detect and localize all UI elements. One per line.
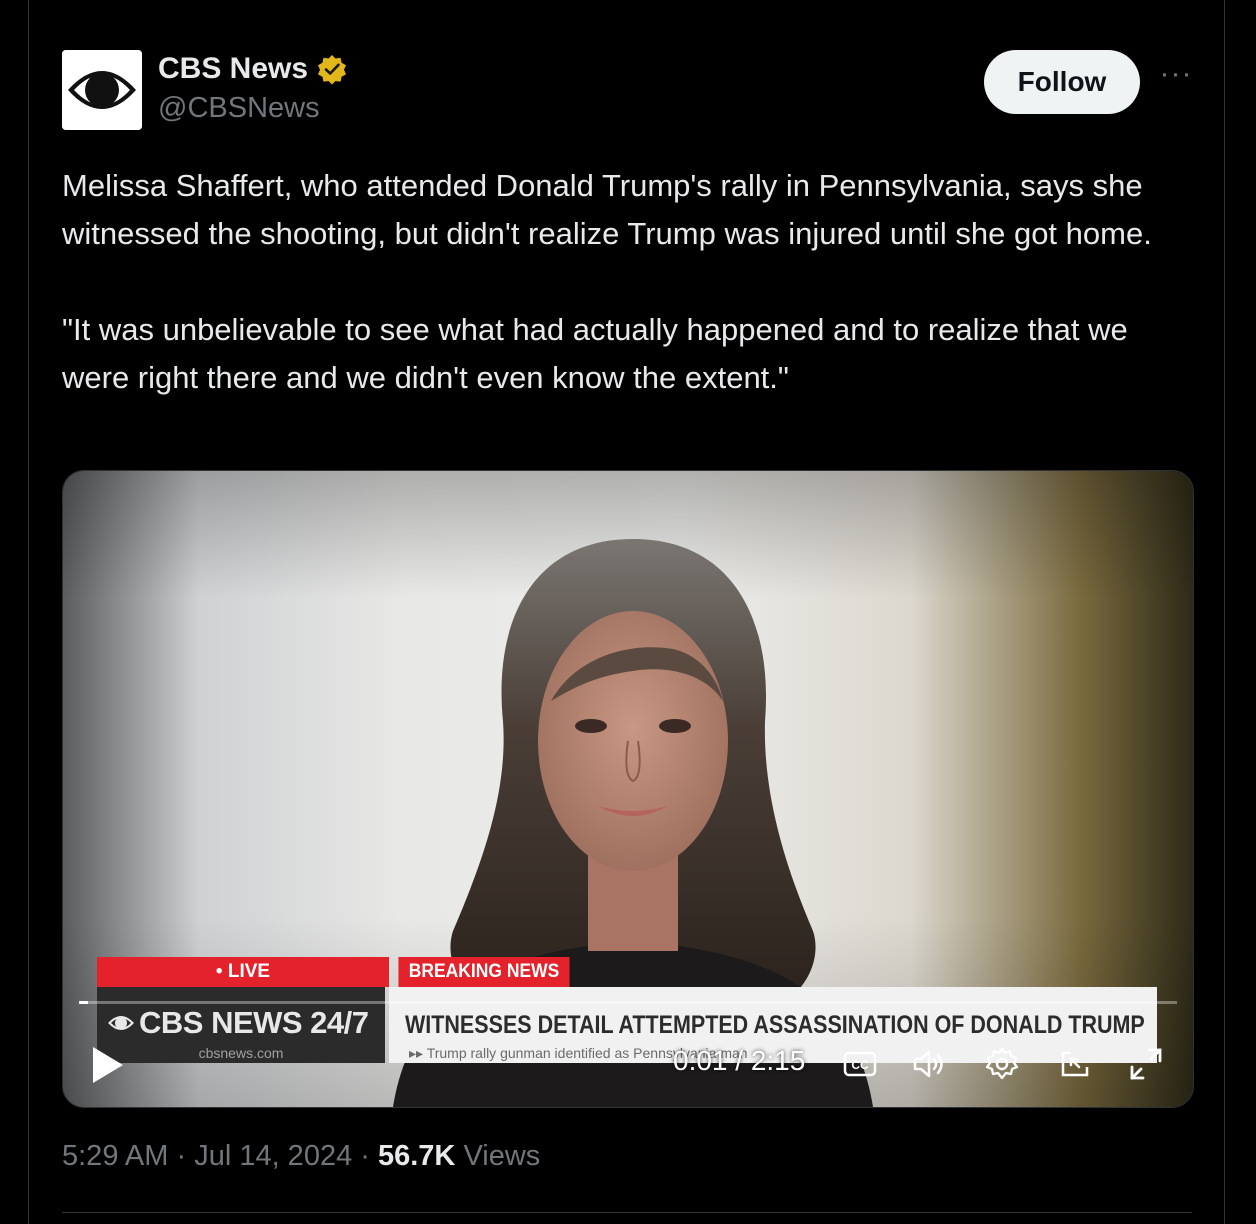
settings-gear-icon[interactable] <box>983 1045 1021 1083</box>
meta-separator: · <box>176 1140 195 1172</box>
progress-fill <box>79 1001 88 1004</box>
volume-icon[interactable] <box>911 1045 949 1083</box>
cbs-eye-logo-icon <box>62 50 142 130</box>
meta-separator: · <box>360 1140 378 1172</box>
cbs-eye-small-icon <box>108 1016 134 1030</box>
fullscreen-icon[interactable] <box>1127 1045 1165 1083</box>
author-name-row[interactable]: CBS News <box>158 52 348 86</box>
tweet-text: Melissa Shaffert, who attended Donald Tr… <box>62 162 1172 402</box>
live-label: • LIVE <box>97 957 389 987</box>
tweet-header: CBS News @CBSNews Follow ··· <box>62 50 1192 130</box>
more-options-icon[interactable]: ··· <box>1158 59 1194 100</box>
breaking-news-label: BREAKING NEWS <box>398 957 570 987</box>
headline-text: WITNESSES DETAIL ATTEMPTED ASSASSINATION… <box>405 1011 1145 1039</box>
views-count: 56.7K <box>377 1140 456 1172</box>
closed-captions-icon[interactable]: CC <box>841 1045 879 1083</box>
video-player[interactable]: • LIVE BREAKING NEWS CBS NEWS 24/7 cbsne… <box>62 470 1194 1108</box>
tweet-time[interactable]: 5:29 AM <box>62 1140 168 1172</box>
timeline-border-right <box>1224 0 1225 1224</box>
video-controls: 0:01 / 2:15 CC <box>63 1039 1193 1091</box>
timeline-border-left <box>28 0 29 1224</box>
divider <box>62 1212 1192 1213</box>
picture-in-picture-icon[interactable] <box>1057 1045 1095 1083</box>
tweet-paragraph: "It was unbelievable to see what had act… <box>62 312 1128 395</box>
brand-title-row: CBS NEWS 24/7 <box>107 1005 369 1041</box>
views-label: Views <box>463 1140 541 1172</box>
play-icon[interactable] <box>91 1045 125 1085</box>
tweet-date[interactable]: Jul 14, 2024 <box>194 1140 352 1172</box>
brand-title: CBS NEWS 24/7 <box>139 1005 369 1040</box>
tweet-meta: 5:29 AM · Jul 14, 2024 · 56.7K Views <box>62 1140 540 1173</box>
time-display: 0:01 / 2:15 <box>673 1045 806 1076</box>
verified-badge-icon[interactable] <box>316 53 348 85</box>
tweet-paragraph: Melissa Shaffert, who attended Donald Tr… <box>62 168 1152 251</box>
author-handle[interactable]: @CBSNews <box>158 92 320 125</box>
progress-bar[interactable] <box>79 1001 1177 1004</box>
follow-button[interactable]: Follow <box>984 50 1140 114</box>
avatar[interactable] <box>62 50 142 130</box>
svg-text:CC: CC <box>851 1058 869 1072</box>
author-name[interactable]: CBS News <box>158 52 308 86</box>
